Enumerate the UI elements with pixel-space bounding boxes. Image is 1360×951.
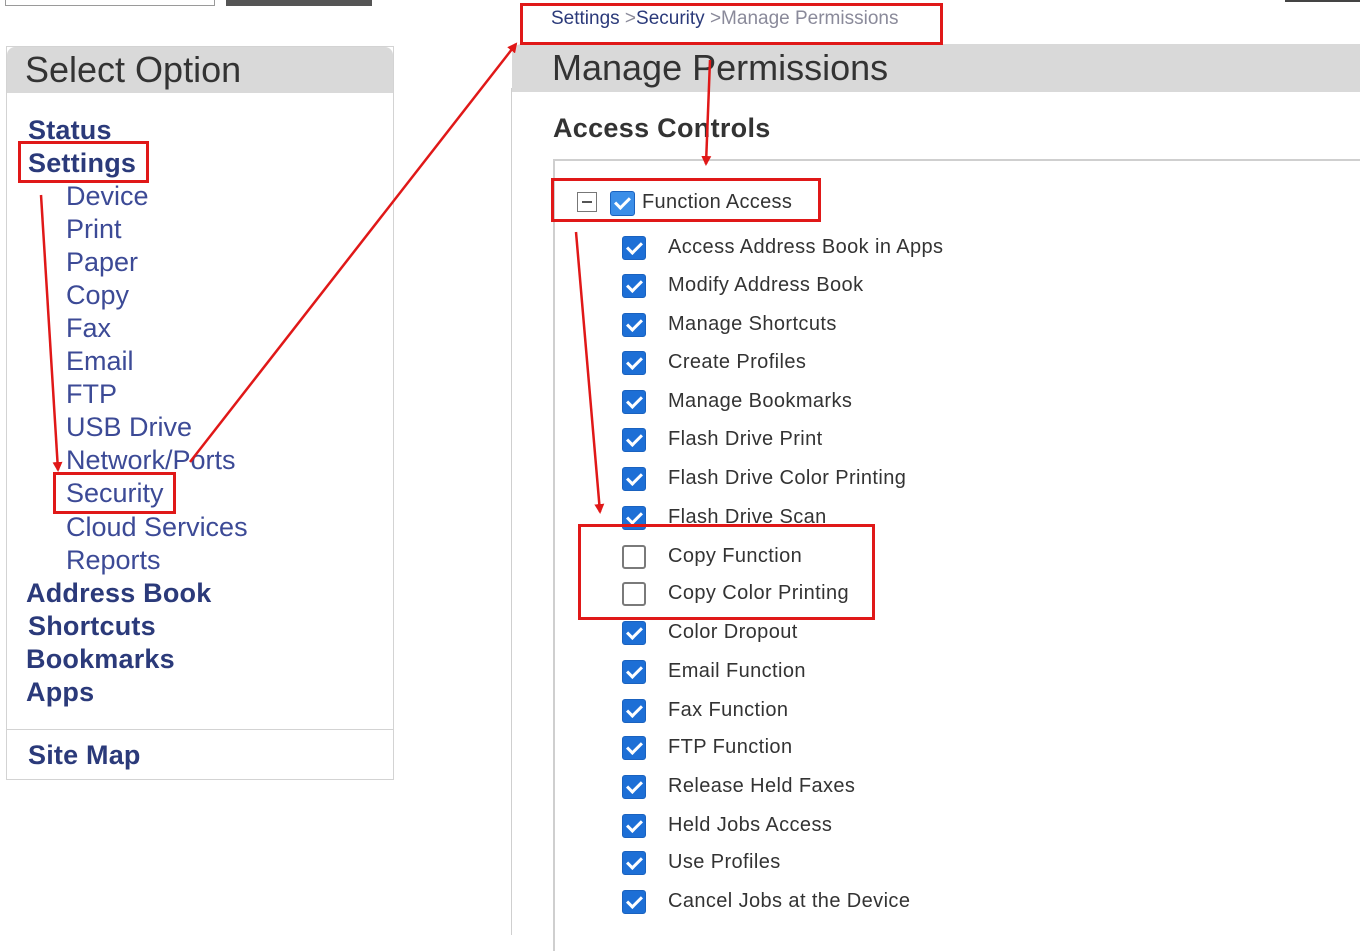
annotation-arrows [39, 42, 712, 514]
arrow-title-to-function-access [701, 59, 712, 166]
arrow-function-access-to-copy [574, 231, 605, 514]
arrow-settings-to-security [39, 194, 63, 472]
arrow-security-to-breadcrumb [189, 42, 518, 463]
